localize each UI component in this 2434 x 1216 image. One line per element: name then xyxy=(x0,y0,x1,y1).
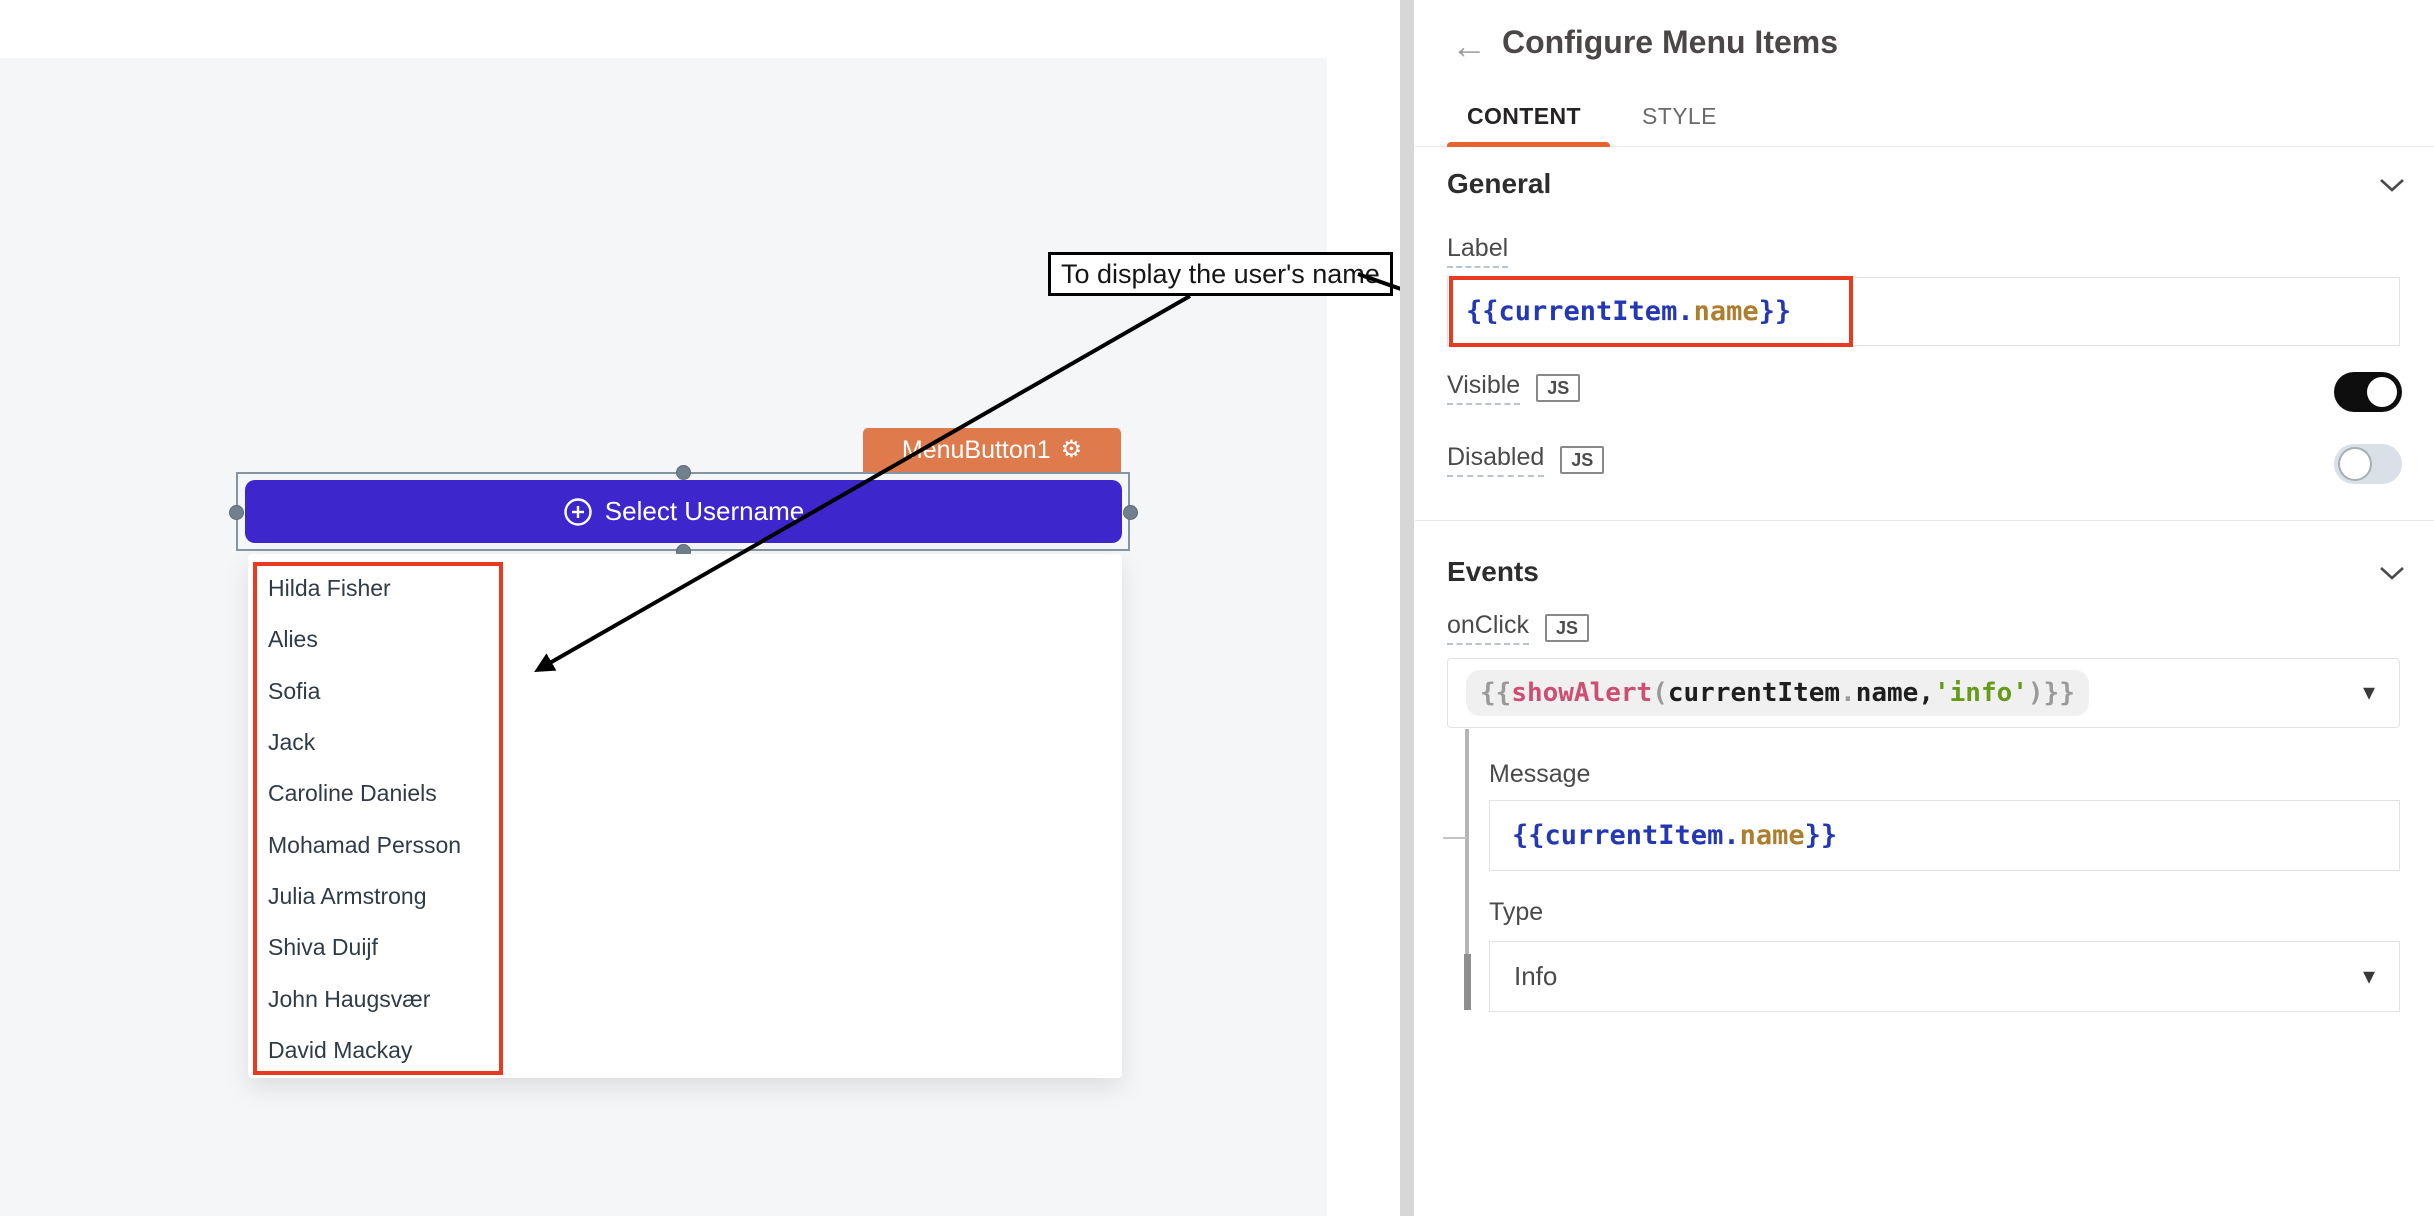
code-token: }} xyxy=(1759,296,1792,327)
section-general-heading[interactable]: General xyxy=(1447,168,1551,200)
menu-item-list: Hilda FisherAliesSofiaJackCaroline Danie… xyxy=(268,563,498,1076)
list-item[interactable]: Julia Armstrong xyxy=(268,871,498,922)
chevron-down-icon[interactable] xyxy=(2378,176,2406,194)
js-toggle-badge[interactable]: JS xyxy=(1536,374,1580,402)
code-token: currentItem xyxy=(1668,678,1840,708)
tab-content[interactable]: CONTENT xyxy=(1467,103,1581,130)
onclick-action-select[interactable]: {{showAlert(currentItem.name,'info')}} ▾ xyxy=(1447,658,2400,728)
section-events-heading[interactable]: Events xyxy=(1447,556,1539,588)
panel-scrollbar[interactable] xyxy=(1400,0,1414,1216)
back-arrow-icon: ← xyxy=(1451,25,1487,67)
dropdown-caret-icon: ▾ xyxy=(2363,681,2375,705)
code-token: , xyxy=(1918,678,1934,708)
active-tab-underline xyxy=(1447,142,1610,147)
js-toggle-badge[interactable]: JS xyxy=(1545,614,1589,642)
widget-name-label: MenuButton1 xyxy=(902,436,1051,465)
list-item[interactable]: Alies xyxy=(268,614,498,665)
label-field-label: Label xyxy=(1447,234,1508,268)
onclick-label: onClick xyxy=(1447,611,1529,645)
toggle-knob xyxy=(2338,447,2372,481)
code-token: {{ xyxy=(1480,678,1511,708)
resize-handle-right[interactable] xyxy=(1123,505,1138,520)
js-toggle-badge[interactable]: JS xyxy=(1560,446,1604,474)
disabled-toggle[interactable] xyxy=(2334,444,2402,484)
label-input[interactable]: {{currentItem.name}} xyxy=(1447,277,2400,346)
visible-label: Visible xyxy=(1447,371,1520,405)
widget-name-tag[interactable]: MenuButton1 ⚙ xyxy=(863,428,1121,472)
onclick-row: onClick JS xyxy=(1447,606,1589,650)
section-divider xyxy=(1415,520,2434,521)
chevron-down-icon[interactable] xyxy=(2378,564,2406,582)
menu-button-widget[interactable]: Select Username xyxy=(245,480,1122,543)
code-token: name xyxy=(1694,296,1759,327)
annotation-text: To display the user's name xyxy=(1061,259,1380,290)
tab-style[interactable]: STYLE xyxy=(1642,103,1717,130)
message-input[interactable]: {{currentItem.name}} xyxy=(1489,800,2400,871)
back-button[interactable]: ← xyxy=(1449,26,1489,66)
type-select[interactable]: Info ▾ xyxy=(1489,941,2400,1012)
action-indent-thumb[interactable] xyxy=(1464,954,1471,1010)
resize-handle-left[interactable] xyxy=(229,505,244,520)
onclick-action-pill: {{showAlert(currentItem.name,'info')}} xyxy=(1466,670,2089,716)
code-token: showAlert xyxy=(1511,678,1652,708)
code-token: )}} xyxy=(2028,678,2075,708)
list-item[interactable]: Sofia xyxy=(268,666,498,717)
code-token: }} xyxy=(1805,820,1838,851)
code-token: 'info' xyxy=(1934,678,2028,708)
annotation-box: To display the user's name xyxy=(1048,252,1393,296)
code-token: name xyxy=(1856,678,1919,708)
panel-title: Configure Menu Items xyxy=(1502,24,1838,61)
dropdown-caret-icon: ▾ xyxy=(2363,965,2375,989)
visible-row: Visible JS xyxy=(1447,366,1580,410)
resize-handle-top[interactable] xyxy=(676,465,691,480)
list-item[interactable]: Shiva Duijf xyxy=(268,922,498,973)
action-indent-tick xyxy=(1443,837,1466,839)
list-item[interactable]: Mohamad Persson xyxy=(268,819,498,870)
list-item[interactable]: John Haugsvær xyxy=(268,973,498,1024)
code-token: name xyxy=(1740,820,1805,851)
list-item[interactable]: David Mackay xyxy=(268,1025,498,1076)
code-token: {{currentItem. xyxy=(1512,820,1740,851)
disabled-row: Disabled JS xyxy=(1447,438,1604,482)
type-field-label: Type xyxy=(1489,898,1543,927)
disabled-label: Disabled xyxy=(1447,443,1544,477)
menu-button-label: Select Username xyxy=(605,496,804,527)
message-field-label: Message xyxy=(1489,760,1590,789)
plus-circle-icon xyxy=(563,497,593,527)
code-token: . xyxy=(1840,678,1856,708)
gear-icon[interactable]: ⚙ xyxy=(1061,438,1083,462)
list-item[interactable]: Hilda Fisher xyxy=(268,563,498,614)
type-selected-value: Info xyxy=(1514,961,1557,992)
app-root: MenuButton1 ⚙ Select Username Hilda Fish… xyxy=(0,0,2434,1216)
code-token: ( xyxy=(1652,678,1668,708)
code-token: {{currentItem. xyxy=(1466,296,1694,327)
toggle-knob xyxy=(2367,377,2397,407)
list-item[interactable]: Caroline Daniels xyxy=(268,768,498,819)
visible-toggle[interactable] xyxy=(2334,372,2402,412)
list-item[interactable]: Jack xyxy=(268,717,498,768)
